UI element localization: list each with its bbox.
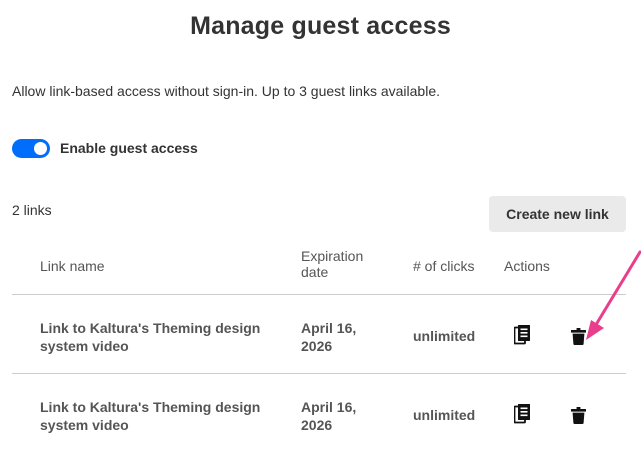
links-count: 2 links (12, 202, 52, 218)
guest-access-toggle[interactable] (12, 138, 50, 158)
toggle-label: Enable guest access (60, 140, 198, 156)
link-name-line2: system video (40, 417, 129, 433)
link-name: Link to Kaltura's Theming design system … (40, 398, 290, 434)
copy-link-button[interactable] (509, 401, 535, 427)
table-row: Link to Kaltura's Theming design system … (12, 295, 626, 374)
guest-links-table: Link name Expiration date # of clicks Ac… (12, 244, 626, 452)
header-clicks: # of clicks (413, 258, 475, 274)
delete-link-button[interactable] (565, 402, 591, 428)
header-actions: Actions (504, 258, 550, 274)
delete-link-button[interactable] (565, 323, 591, 349)
trash-icon (570, 327, 586, 345)
table-row: Link to Kaltura's Theming design system … (12, 374, 626, 452)
copy-icon (514, 404, 530, 424)
guest-access-toggle-row: Enable guest access (12, 137, 198, 159)
copy-link-button[interactable] (509, 322, 535, 348)
header-link-name: Link name (40, 258, 105, 274)
clicks-value: unlimited (413, 407, 476, 423)
header-expiration-line1: Expiration (301, 248, 364, 264)
create-new-link-button[interactable]: Create new link (489, 196, 626, 232)
expiration-line2: 2026 (301, 338, 333, 354)
page-title: Manage guest access (190, 12, 451, 40)
expiration-date: April 16, 2026 (301, 319, 391, 355)
expiration-line2: 2026 (301, 417, 333, 433)
trash-icon (570, 406, 586, 424)
link-name-line1: Link to Kaltura's Theming design (40, 399, 261, 415)
copy-icon (514, 325, 530, 345)
expiration-line1: April 16, (301, 399, 357, 415)
link-name-line1: Link to Kaltura's Theming design (40, 320, 261, 336)
table-header: Link name Expiration date # of clicks Ac… (12, 244, 626, 295)
clicks-value: unlimited (413, 328, 476, 344)
header-expiration-line2: date (301, 264, 329, 280)
description-text: Allow link-based access without sign-in.… (12, 83, 440, 99)
expiration-line1: April 16, (301, 320, 357, 336)
expiration-date: April 16, 2026 (301, 398, 391, 434)
link-name: Link to Kaltura's Theming design system … (40, 319, 290, 355)
header-expiration-date: Expiration date (301, 248, 391, 280)
toggle-knob (34, 141, 47, 155)
link-name-line2: system video (40, 338, 129, 354)
